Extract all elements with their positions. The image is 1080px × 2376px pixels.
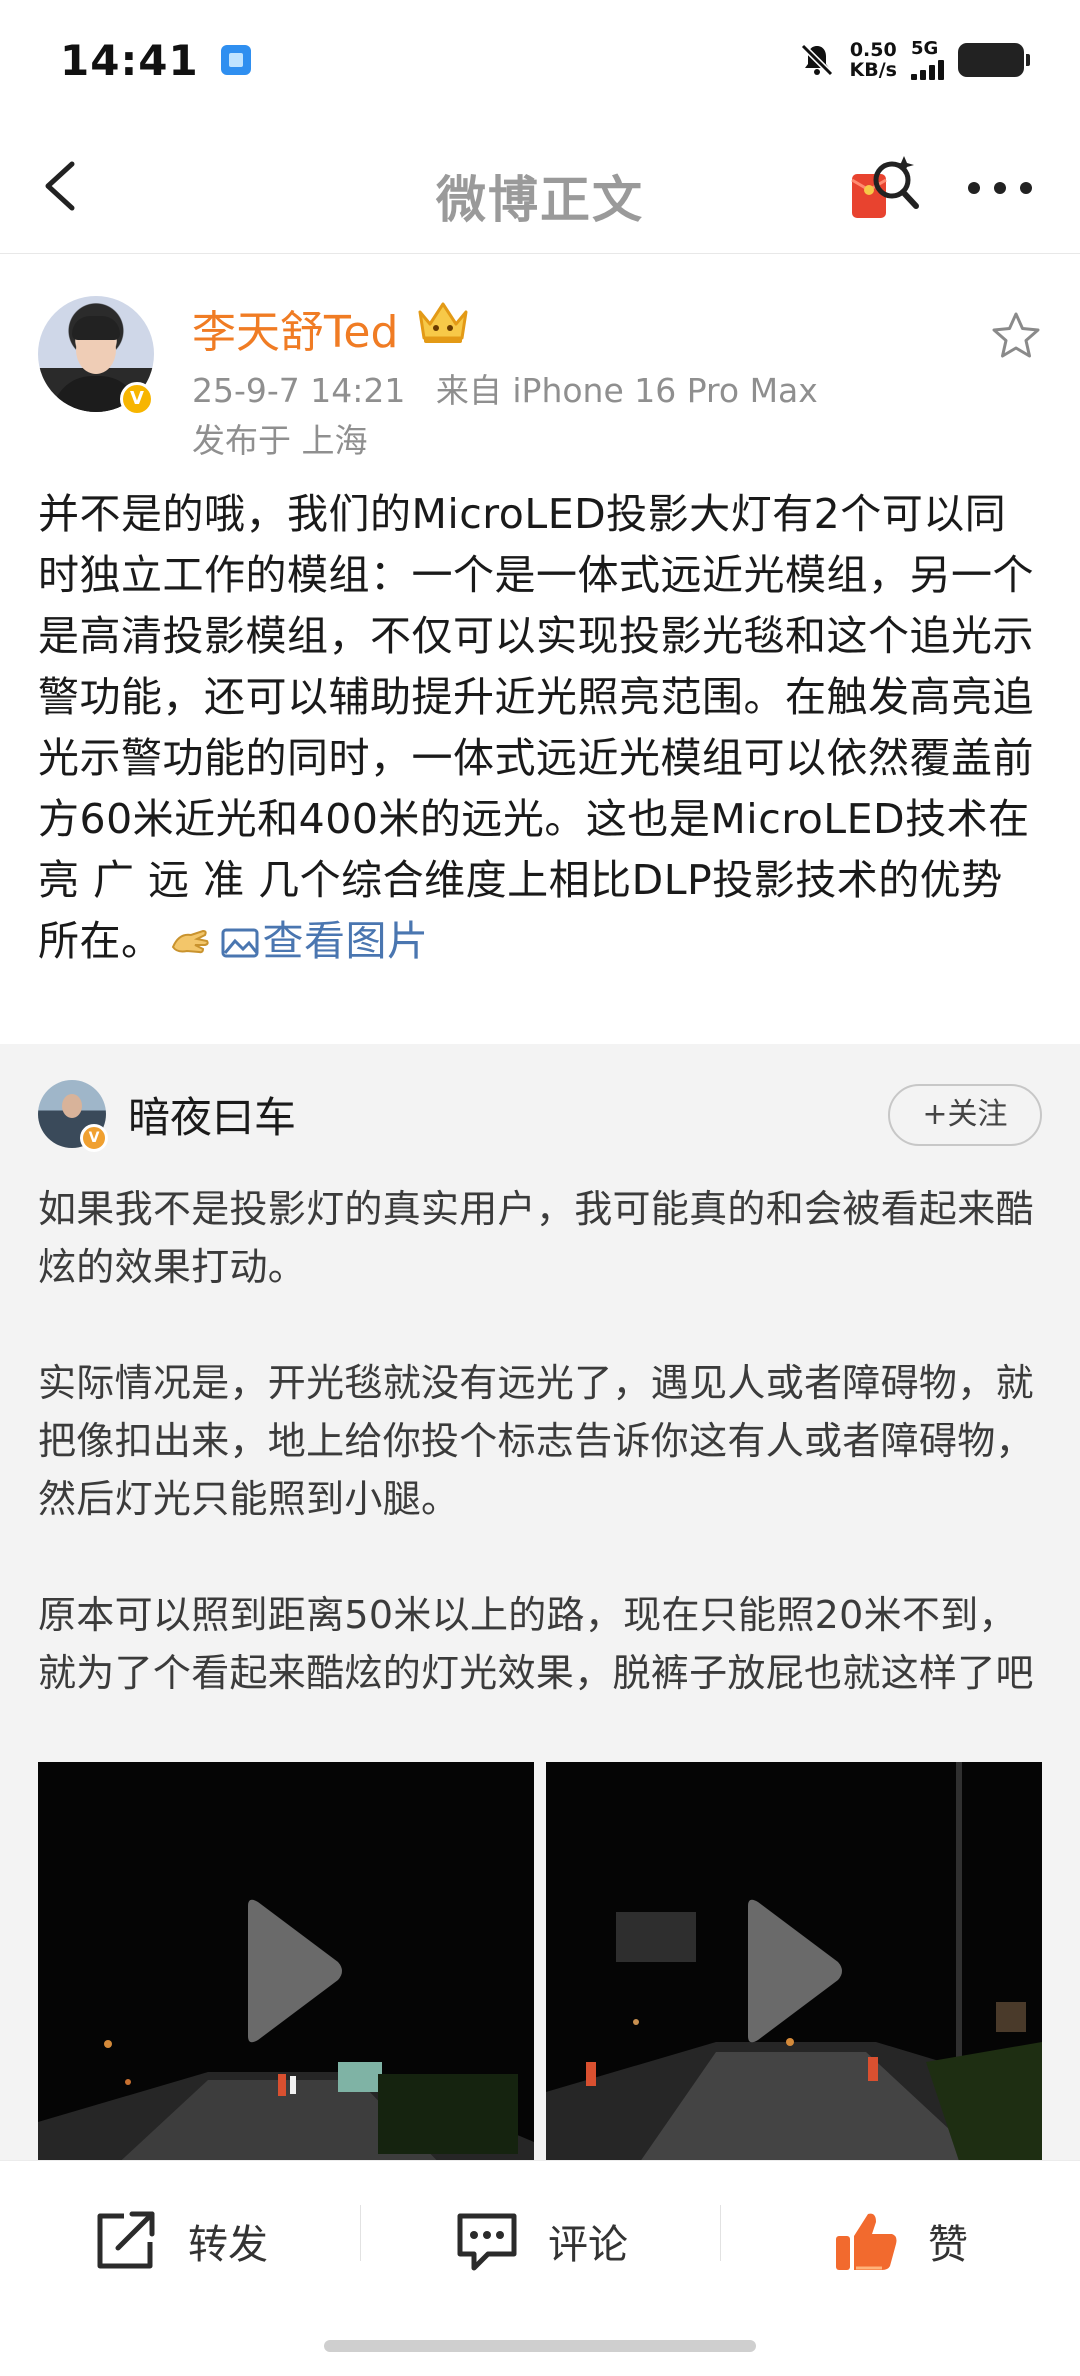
comment-label: 评论 [548, 2221, 628, 2268]
status-bar: 14:41 0.50 KB/s 5G [0, 0, 1080, 120]
post-location: 发布于 上海 [192, 421, 368, 460]
thumbs-up-icon [836, 2213, 897, 2270]
weibo-post: V 李天舒Ted 25-9-7 14:21 来自 iPhone 16 Pro M… [0, 254, 1080, 1044]
network-indicator: 5G [911, 40, 944, 80]
author-name[interactable]: 李天舒Ted [192, 296, 398, 360]
network-speed-value: 0.50 [849, 39, 897, 61]
status-time: 14:41 [60, 35, 199, 85]
nav-bar: 微博正文 [0, 120, 1080, 254]
comment-button[interactable]: 评论 [360, 2161, 720, 2320]
like-button[interactable]: 赞 [720, 2161, 1080, 2320]
red-packet-search-icon[interactable] [846, 150, 922, 226]
member-crown-icon [418, 302, 468, 343]
status-right: 0.50 KB/s 5G [798, 40, 1030, 80]
post-body-text: 并不是的哦，我们的MicroLED投影大灯有2个可以同时独立工作的模组：一个是一… [38, 490, 1034, 965]
comment-icon [457, 2213, 517, 2270]
network-speed: 0.50 KB/s [850, 40, 897, 80]
clap-hand-emoji-icon [171, 929, 209, 954]
follow-button[interactable]: +关注 [888, 1084, 1042, 1146]
verified-badge-icon: V [120, 382, 154, 416]
repost-paragraph: 实际情况是，开光毯就没有远光了，遇见人或者障碍物，就把像扣出来，地上给你投个标志… [38, 1361, 1034, 1521]
like-label: 赞 [928, 2221, 968, 2268]
mute-bell-icon [800, 43, 833, 77]
play-icon[interactable] [736, 1896, 846, 2046]
post-body: 并不是的哦，我们的MicroLED投影大灯有2个可以同时独立工作的模组：一个是一… [38, 484, 1038, 972]
app-notification-icon [220, 45, 251, 75]
video-thumbnail-2[interactable] [546, 1762, 1042, 2160]
status-left: 14:41 [60, 36, 251, 85]
video-thumbnail-1[interactable] [38, 1762, 534, 2160]
share-icon [97, 2211, 155, 2268]
post-source: 来自 iPhone 16 Pro Max [435, 371, 818, 410]
retweeted-post[interactable]: V 暗夜曰车 +关注 如果我不是投影灯的真实用户，我可能真的和会被看起来酷炫的效… [0, 1044, 1080, 2160]
repost-verified-badge-icon: V [80, 1124, 108, 1152]
repost-body: 如果我不是投影灯的真实用户，我可能真的和会被看起来酷炫的效果打动。 实际情况是，… [38, 1180, 1048, 1702]
play-icon[interactable] [236, 1896, 346, 2046]
view-images-link[interactable]: 查看图片 [221, 917, 429, 965]
more-icon[interactable] [960, 160, 1040, 216]
repost-paragraph: 原本可以照到距离50米以上的路，现在只能照20米不到，就为了个看起来酷炫的灯光效… [38, 1593, 1034, 1695]
signal-bars-icon [911, 58, 944, 80]
view-images-link-text: 查看图片 [262, 917, 429, 965]
network-type: 5G [911, 38, 939, 59]
repost-paragraph: 如果我不是投影灯的真实用户，我可能真的和会被看起来酷炫的效果打动。 [38, 1187, 1034, 1289]
repost-author-name[interactable]: 暗夜曰车 [128, 1084, 296, 1145]
favorite-star-icon[interactable] [990, 310, 1042, 362]
post-date: 25-9-7 14:21 [192, 371, 406, 410]
network-speed-unit: KB/s [849, 59, 897, 81]
post-action-bar: 转发 评论 赞 [0, 2160, 1080, 2320]
image-icon [221, 928, 258, 958]
home-indicator[interactable] [324, 2340, 756, 2352]
repost-button[interactable]: 转发 [0, 2161, 360, 2320]
post-meta: 25-9-7 14:21 来自 iPhone 16 Pro Max [192, 364, 818, 412]
repost-label: 转发 [188, 2221, 268, 2268]
battery-icon [958, 43, 1030, 77]
